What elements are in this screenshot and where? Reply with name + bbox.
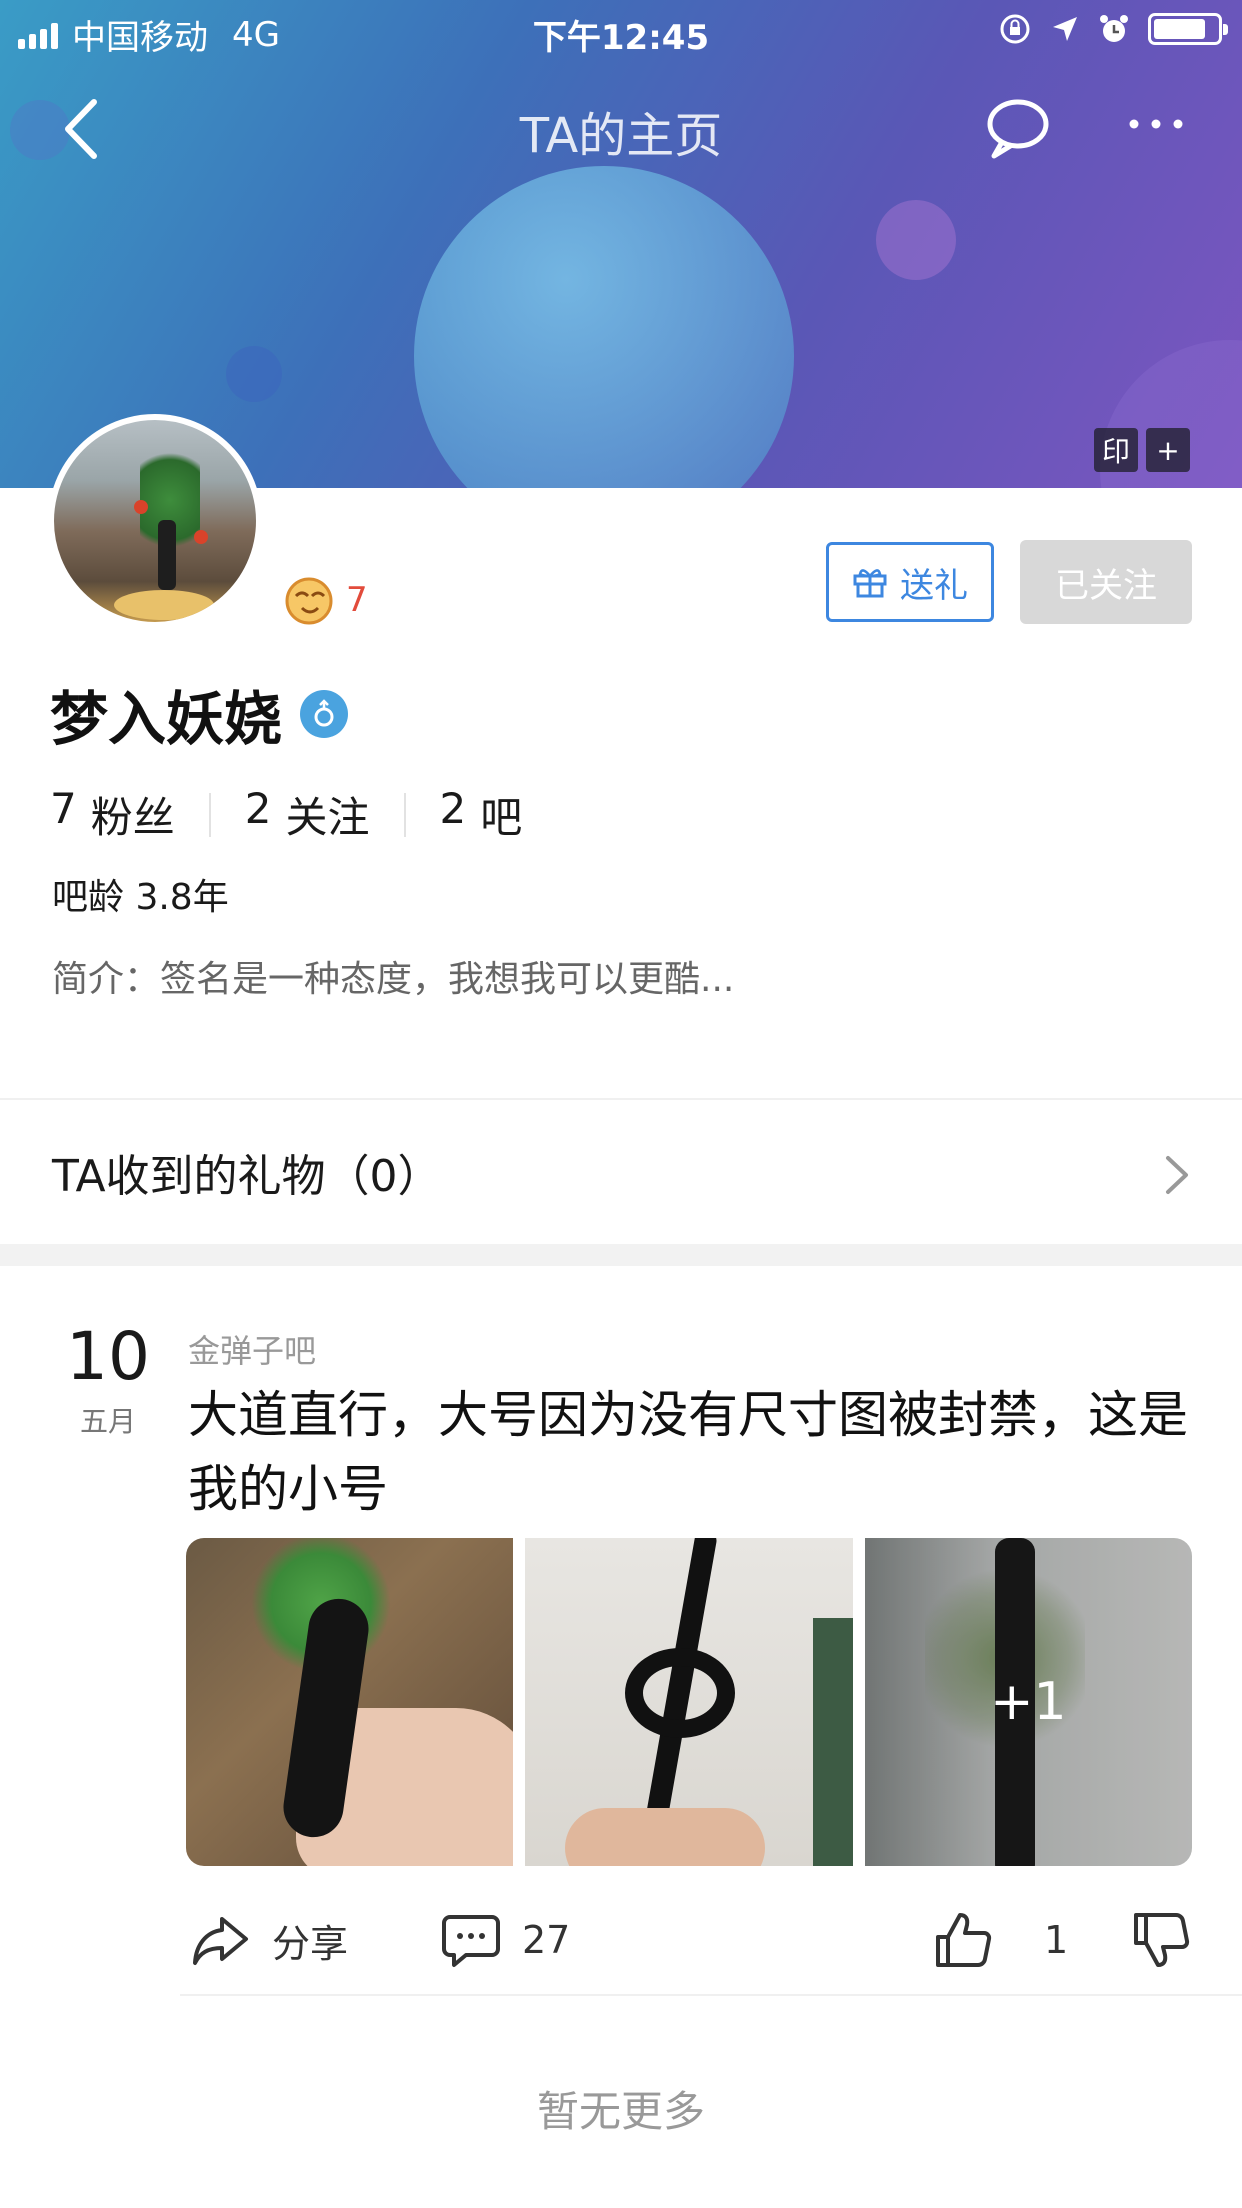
chevron-right-icon [1166,1156,1188,1194]
share-button[interactable]: 分享 [190,1898,348,1982]
dislike-button[interactable] [1130,1898,1192,1982]
location-icon [1053,17,1077,41]
like-count: 1 [1044,1918,1069,1962]
battery-icon [1148,13,1228,45]
followed-button[interactable]: 已关注 [1020,540,1192,624]
share-icon [193,1917,248,1965]
rotation-lock-icon [1000,14,1030,44]
username-row: 梦入妖娆 [50,672,349,756]
post-image[interactable] [525,1538,853,1866]
chat-icon[interactable] [982,96,1052,160]
level-face-icon [285,577,333,625]
share-label: 分享 [272,1921,349,1966]
post-forum-name[interactable]: 金弹子吧 [188,1326,316,1372]
divider [180,1994,1242,1996]
send-gift-button[interactable]: 送礼 [826,542,994,622]
comment-button[interactable]: 27 [440,1898,570,1982]
page-title: TA的主页 [519,108,723,164]
banner-tags: 印 + [1094,428,1190,472]
user-level: 7 [282,574,368,626]
send-gift-label: 送礼 [900,565,968,606]
thumbs-up-icon [936,1913,992,1968]
stat-label: 吧 [480,793,523,842]
more-icon[interactable] [1126,104,1186,144]
seal-tag[interactable]: 印 [1094,428,1138,472]
stat-value: 7 [50,784,77,833]
no-more-text: 暂无更多 [536,2087,705,2136]
comment-count: 27 [522,1918,571,1962]
stat-divider [403,792,406,837]
stat-value: 2 [244,784,272,833]
post-actions: 分享 27 1 [186,1898,1192,1982]
post-date-month: 五月 [79,1405,136,1438]
stat-label: 关注 [285,793,370,842]
level-number: 7 [346,580,368,620]
comment-icon [442,1915,500,1967]
username: 梦入妖娆 [50,685,283,753]
alarm-icon [1100,15,1128,42]
stat-divider [208,792,211,837]
add-tag[interactable]: + [1146,428,1190,472]
avatar[interactable] [48,414,262,628]
stat-forums[interactable]: 2 吧 [440,784,523,845]
stat-label: 粉丝 [90,793,175,842]
received-gifts-row[interactable]: TA收到的礼物（0） [0,1100,1242,1244]
post-date-day: 10 [66,1318,150,1395]
post-image[interactable] [186,1538,514,1866]
received-gifts-label: TA收到的礼物（0） [52,1151,442,1202]
banner-bubble [226,346,282,402]
profile-banner: 中国移动 4G 下午12:45 TA的主页 印 + [0,0,1242,488]
stat-fans[interactable]: 7 粉丝 [50,784,175,845]
thumbs-down-icon [1134,1912,1190,1967]
account-age: 吧龄 3.8年 [52,877,229,918]
banner-bubble [876,200,956,280]
post-title[interactable]: 大道直行，大号因为没有尺寸图被封禁，这是我的小号 [188,1378,1198,1526]
stat-value: 2 [439,784,467,833]
profile-stats: 7 粉丝 2 关注 2 吧 [50,784,522,845]
post-image[interactable]: +1 [864,1538,1192,1866]
gender-badge-icon [300,690,349,738]
profile-intro: 简介：签名是一种态度，我想我可以更酷... [52,959,735,1000]
post-image-grid: +1 [186,1538,1192,1866]
section-divider [0,1244,1242,1266]
gift-icon [853,569,887,598]
more-images-count: +1 [864,1538,1192,1866]
like-button[interactable]: 1 [932,1898,1068,1982]
status-bar: 中国移动 4G 下午12:45 [0,0,1242,60]
stat-following[interactable]: 2 关注 [245,784,370,845]
banner-bubble [414,166,794,488]
